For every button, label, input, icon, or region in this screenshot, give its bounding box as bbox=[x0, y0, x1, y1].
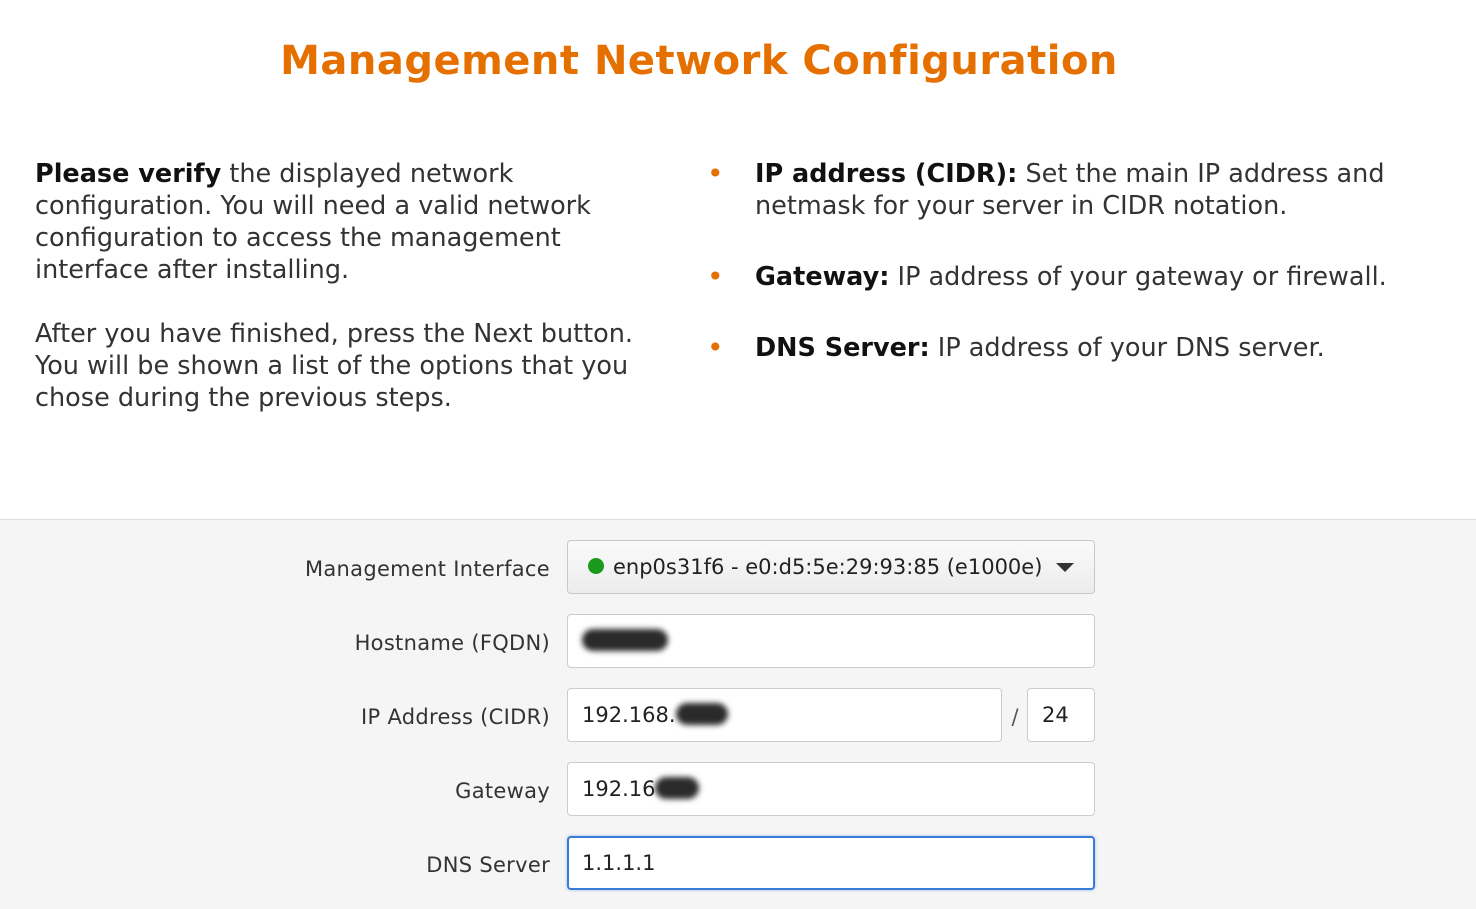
gateway-input[interactable]: 192.16 bbox=[567, 762, 1095, 816]
help-item-dns-server: • DNS Server: IP address of your DNS ser… bbox=[705, 332, 1405, 364]
management-interface-value: enp0s31f6 - e0:d5:5e:29:93:85 (e1000e) bbox=[613, 555, 1043, 579]
bullet-icon: • bbox=[707, 331, 724, 364]
redacted-mask bbox=[582, 629, 668, 651]
bullet-icon: • bbox=[707, 157, 724, 190]
help-desc: IP address of your gateway or firewall. bbox=[889, 262, 1387, 292]
help-item-ip-address: • IP address (CIDR): Set the main IP add… bbox=[705, 158, 1405, 222]
hostname-label: Hostname (FQDN) bbox=[354, 631, 550, 655]
cidr-separator: / bbox=[1011, 705, 1019, 729]
form-row-gateway: Gateway 192.16 bbox=[0, 762, 1476, 820]
cidr-prefix-input[interactable]: 24 bbox=[1027, 688, 1095, 742]
bullet-icon: • bbox=[707, 260, 724, 293]
intro-paragraph-verify: Please verify the displayed network conf… bbox=[35, 158, 675, 286]
form-row-dns-server: DNS Server 1.1.1.1 bbox=[0, 836, 1476, 894]
help-term: DNS Server: bbox=[755, 333, 930, 363]
status-dot-icon bbox=[588, 558, 604, 574]
management-interface-label: Management Interface bbox=[304, 557, 550, 581]
ip-address-label: IP Address (CIDR) bbox=[361, 705, 550, 729]
gateway-label: Gateway bbox=[455, 779, 550, 803]
form-row-hostname: Hostname (FQDN) bbox=[0, 614, 1476, 672]
dns-server-value: 1.1.1.1 bbox=[582, 851, 656, 875]
help-term: IP address (CIDR): bbox=[755, 159, 1018, 189]
help-item-gateway: • Gateway: IP address of your gateway or… bbox=[705, 261, 1405, 293]
help-term: Gateway: bbox=[755, 262, 890, 292]
management-interface-select[interactable]: enp0s31f6 - e0:d5:5e:29:93:85 (e1000e) bbox=[567, 540, 1095, 594]
gateway-value: 192.16 bbox=[582, 777, 656, 801]
intro-paragraph-next: After you have finished, press the Next … bbox=[35, 319, 633, 413]
hostname-input[interactable] bbox=[567, 614, 1095, 668]
cidr-prefix-value: 24 bbox=[1042, 703, 1069, 727]
help-desc: IP address of your DNS server. bbox=[929, 333, 1325, 363]
intro-emphasis: Please verify bbox=[35, 159, 222, 189]
redacted-mask bbox=[655, 777, 700, 799]
chevron-down-icon bbox=[1056, 563, 1074, 572]
form-row-management-interface: Management Interface enp0s31f6 - e0:d5:5… bbox=[0, 540, 1476, 598]
intro-text: Please verify the displayed network conf… bbox=[35, 158, 675, 446]
dns-server-label: DNS Server bbox=[426, 853, 550, 877]
network-form-panel: Management Interface enp0s31f6 - e0:d5:5… bbox=[0, 519, 1476, 909]
form-row-ip-address: IP Address (CIDR) 192.168. / 24 bbox=[0, 688, 1476, 746]
help-list: • IP address (CIDR): Set the main IP add… bbox=[705, 158, 1405, 403]
ip-address-input[interactable]: 192.168. bbox=[567, 688, 1002, 742]
ip-address-value: 192.168. bbox=[582, 703, 676, 727]
redacted-mask bbox=[675, 703, 728, 725]
dns-server-input[interactable]: 1.1.1.1 bbox=[567, 836, 1095, 890]
page-title: Management Network Configuration bbox=[280, 38, 1118, 84]
